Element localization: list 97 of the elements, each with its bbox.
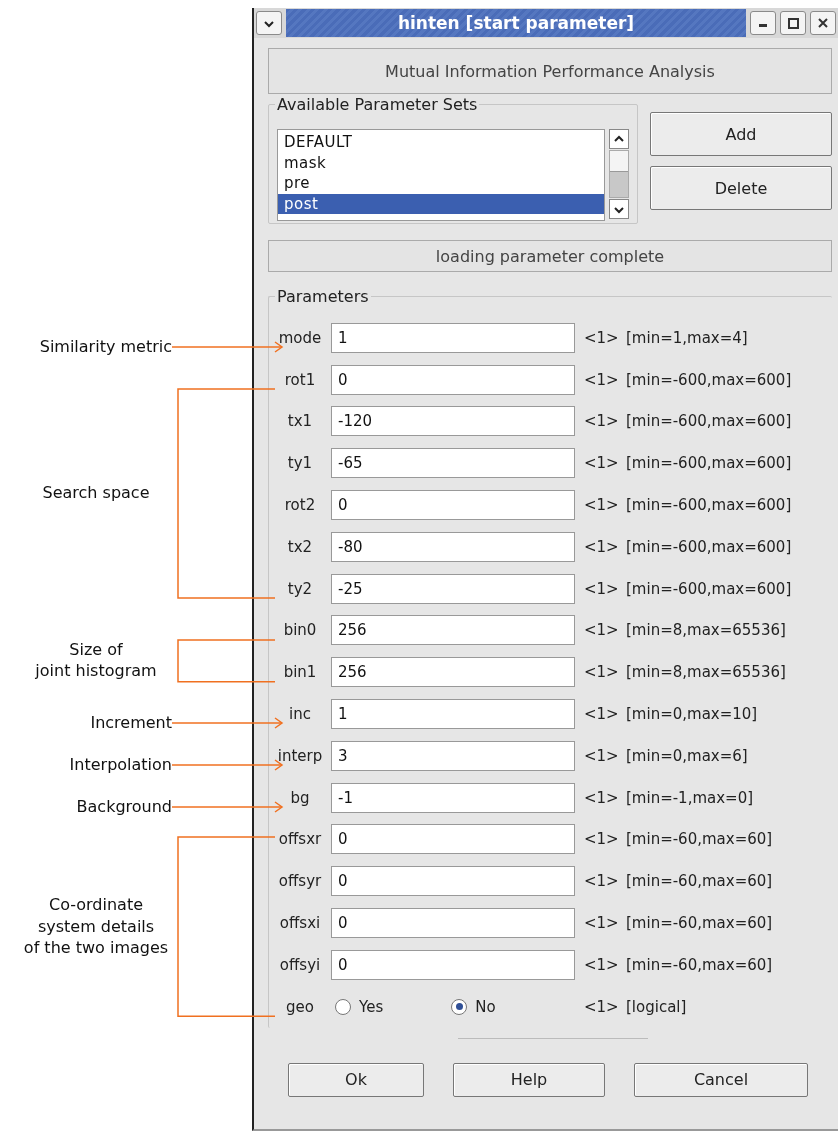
parameter-name: tx1 [286,412,314,431]
parameter-field[interactable]: 1 [331,699,575,730]
parameter-field[interactable]: 256 [331,657,575,688]
parameter-field[interactable]: 1 [331,322,575,353]
parameter-field[interactable]: 0 [331,824,575,855]
parameter-count: <1> [584,705,620,724]
parameter-count: <1> [584,370,620,389]
parameter-range: [min=-1,max=0] [626,788,754,807]
annotation-label: Co-ordinate system details of the two images [22,893,170,959]
parameter-field[interactable]: 256 [331,615,575,646]
parameter-range: [min=-60,max=60] [626,830,773,849]
parameter-range: [min=-600,max=600] [626,579,792,598]
parameter-count: <1> [584,579,620,598]
parameter-name: ty1 [286,454,314,473]
minimize-button[interactable] [750,11,776,35]
list-item[interactable]: mask [278,152,604,173]
status-message: loading parameter complete [268,240,832,272]
parameter-name: inc [288,705,312,724]
parameter-range: [min=-60,max=60] [626,914,773,933]
list-item[interactable]: DEFAULT [278,132,604,153]
list-item[interactable]: post [278,193,604,214]
dialog-button[interactable]: Cancel [634,1062,808,1097]
parameter-range: [min=0,max=10] [626,705,758,724]
parameter-name: tx2 [286,537,314,556]
parameter-count: <1> [584,663,620,682]
parameter-field[interactable]: 0 [331,949,575,980]
parameter-name: mode [277,328,323,347]
parameter-range: [min=-60,max=60] [626,955,773,974]
parameter-range: [min=8,max=65536] [626,621,786,640]
parameter-field[interactable]: -80 [331,531,575,562]
parameter-range: [min=0,max=6] [626,746,748,765]
parameter-field[interactable]: 0 [331,490,575,521]
parameter-name: offsxi [278,914,322,933]
dialog-button[interactable]: Help [453,1062,605,1097]
parameter-name: bin1 [282,663,318,682]
window-menu-button[interactable] [256,11,282,35]
parameter-count: <1> [584,412,620,431]
close-button[interactable] [810,11,836,35]
parameter-count: <1> [584,955,620,974]
list-item[interactable]: pre [278,173,604,194]
parameter-count: <1> [584,788,620,807]
annotation-label: Increment [90,712,172,734]
parameter-set-list[interactable]: DEFAULT mask pre post [277,129,605,221]
scroll-up-button[interactable] [609,129,629,149]
parameter-count: <1> [584,621,620,640]
close-icon [818,18,828,28]
header-banner: Mutual Information Performance Analysis [268,48,832,94]
parameter-field[interactable]: 0 [331,364,575,395]
parameter-field[interactable]: -25 [331,573,575,604]
parameter-range: [logical] [626,997,687,1016]
parameter-field[interactable]: 0 [331,908,575,939]
annotation-label: Size of joint histogram [34,638,158,683]
parameter-field[interactable]: -120 [331,406,575,437]
annotation-label: Background [76,796,172,818]
parameter-name: bin0 [282,621,318,640]
set-button[interactable]: Add [650,112,832,156]
parameter-name: offsyr [277,872,323,891]
parameter-count: <1> [584,537,620,556]
maximize-icon [787,17,799,29]
annotation-label: Similarity metric [39,336,172,358]
parameter-field[interactable]: -1 [331,782,575,813]
parameter-name: interp [276,746,324,765]
parameter-count: <1> [584,496,620,515]
parameter-name: offsyi [278,955,322,974]
parameter-name: rot1 [283,370,317,389]
parameter-name: bg [289,788,311,807]
parameter-range: [min=-600,max=600] [626,370,792,389]
parameter-field[interactable]: -65 [331,448,575,479]
radio-option[interactable]: No [451,997,496,1016]
scroll-down-button[interactable] [609,199,629,219]
parameter-range: [min=8,max=65536] [626,663,786,682]
radio-option[interactable]: Yes [335,997,384,1016]
parameter-count: <1> [584,997,620,1016]
maximize-button[interactable] [780,11,806,35]
parameter-count: <1> [584,872,620,891]
parameter-name: geo [285,997,315,1016]
annotation-label: Search space [41,482,151,505]
parameter-range: [min=1,max=4] [626,328,748,347]
parameter-name: ty2 [286,579,314,598]
parameter-count: <1> [584,328,620,347]
parameter-range: [min=-60,max=60] [626,872,773,891]
parameter-range: [min=-600,max=600] [626,412,792,431]
parameter-range: [min=-600,max=600] [626,496,792,515]
annotation-label: Interpolation [69,754,172,776]
parameter-range: [min=-600,max=600] [626,537,792,556]
parameter-name: offsxr [277,830,323,849]
parameter-count: <1> [584,454,620,473]
dialog-button[interactable]: Ok [288,1062,424,1097]
parameter-count: <1> [584,914,620,933]
parameter-name: rot2 [283,496,317,515]
parameter-range: [min=-600,max=600] [626,454,792,473]
parameter-count: <1> [584,746,620,765]
parameter-count: <1> [584,830,620,849]
parameter-field[interactable]: 3 [331,740,575,771]
window-title: hinten [start parameter] [286,9,746,37]
set-button[interactable]: Delete [650,166,832,210]
parameter-field[interactable]: 0 [331,866,575,897]
